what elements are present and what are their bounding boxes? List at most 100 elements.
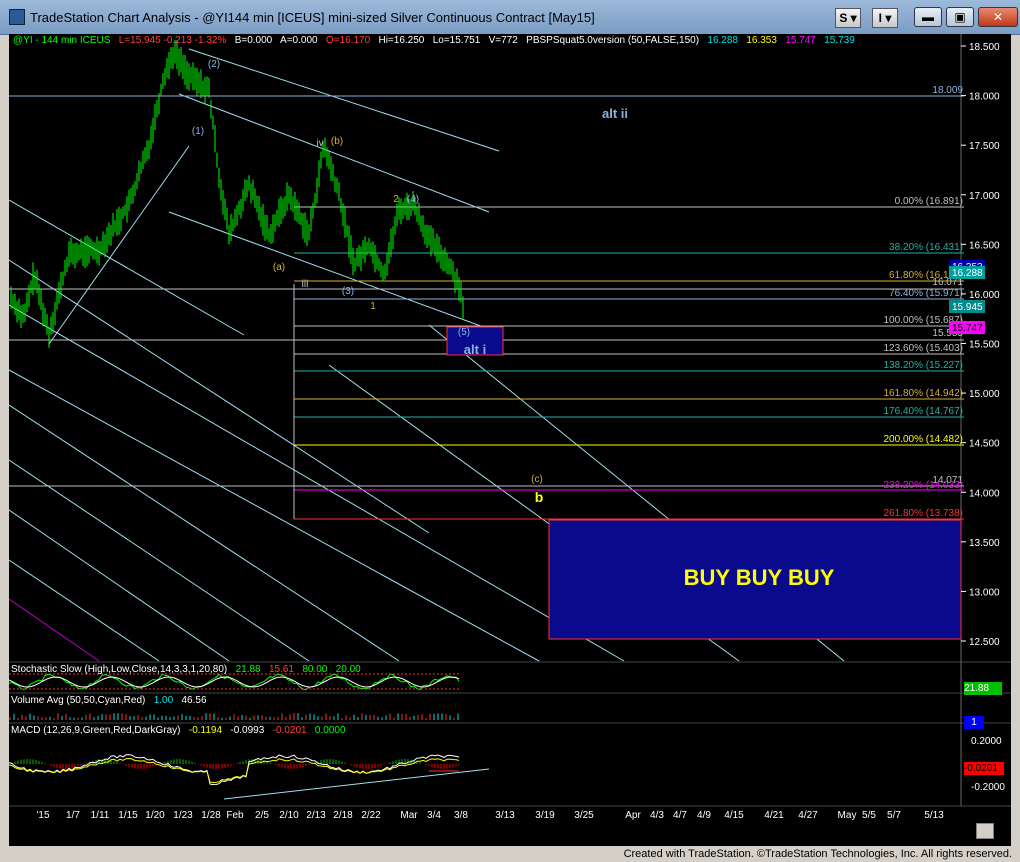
time-tick-label: 1/20	[145, 810, 165, 821]
price-tick-label: 16.500	[969, 240, 1000, 251]
wave-labels: (2) (1) iv (b) 2 (4) (a) iii (3) 1 (5) (c) b	[192, 59, 543, 505]
study-value-3: 15.747	[785, 35, 816, 46]
price-tick-label: 17.500	[969, 141, 1000, 152]
ask: A=0.000	[280, 35, 318, 46]
study-value-4: 15.739	[824, 35, 855, 46]
time-tick-label: 2/13	[306, 810, 326, 821]
price-tick-label: 14.500	[969, 439, 1000, 450]
s-button[interactable]: S ▾	[835, 8, 861, 28]
macd-tick-high: 0.2000	[971, 736, 1002, 747]
macd-tick-low: -0.2000	[971, 782, 1005, 793]
time-tick-label: 3/25	[574, 810, 594, 821]
macd-flag: -0.0201	[964, 762, 1004, 775]
price-tick-label: 13.500	[969, 538, 1000, 549]
stochastic-value-1: 21.88	[235, 664, 261, 675]
stochastic-label: Stochastic Slow (High,Low,Close,14,3,3,1…	[11, 664, 228, 675]
wave-label: (5)	[458, 327, 470, 338]
time-tick-label: Apr	[625, 810, 641, 821]
macd-header: MACD (12,26,9,Green,Red,DarkGray) -0.119…	[11, 725, 346, 739]
s-button-label: S	[839, 11, 848, 25]
fib-level-label: 238.20% (14.033)	[883, 480, 963, 491]
time-tick-label: 1/15	[118, 810, 138, 821]
time-axis: '15 1/7 1/11 1/15 1/20 1/23 1/28 Feb 2/5 2/10 2/13…	[36, 810, 944, 821]
volume: V=772	[488, 35, 518, 46]
price-tick-label: 15.500	[969, 340, 1000, 351]
price-flag-label: 15.945	[952, 302, 983, 313]
wave-label: (3)	[342, 286, 354, 297]
bid: B=0.000	[234, 35, 273, 46]
fib-level-label: 261.80% (13.738)	[883, 508, 963, 519]
fib-levels	[9, 95, 964, 520]
study-value-2: 16.353	[746, 35, 777, 46]
wave-label: (b)	[331, 136, 343, 147]
high-price: Hi=16.250	[378, 35, 425, 46]
volume-flag: 1	[964, 716, 984, 729]
time-tick-label: 4/7	[673, 810, 687, 821]
wave-label: (a)	[273, 262, 285, 273]
wave-label: 2	[393, 194, 399, 205]
magenta-channel-line	[9, 598, 100, 662]
wave-label: (2)	[208, 59, 220, 70]
wave-label: (1)	[192, 126, 204, 137]
maximize-button[interactable]: ▣	[946, 7, 974, 27]
i-button-label: I	[878, 11, 882, 25]
time-tick-label: Feb	[226, 810, 244, 821]
wave-label: (4)	[407, 194, 419, 205]
macd-value-1: -0.1194	[188, 725, 223, 736]
time-tick-label: '15	[36, 810, 49, 821]
time-tick-label: 4/15	[724, 810, 744, 821]
time-tick-label: 2/22	[361, 810, 381, 821]
fib-level-label: 18.009	[932, 85, 963, 96]
price-tick-label: 16.000	[969, 290, 1000, 301]
time-tick-label: 3/8	[454, 810, 468, 821]
credit-text: Created with TradeStation. ©TradeStation…	[623, 848, 1012, 860]
chart-area[interactable]: BUY BUY BUY alt i alt ii 18.009 0.00% (16…	[9, 34, 1011, 846]
study-name: PBSPSquat5.0version (50,FALSE,150)	[526, 35, 700, 46]
time-tick-label: 4/27	[798, 810, 818, 821]
status-bar: Created with TradeStation. ©TradeStation…	[0, 847, 1020, 862]
volume-value-1: 1.00	[153, 695, 174, 706]
time-tick-label: Mar	[400, 810, 418, 821]
time-tick-label: 1/11	[91, 810, 110, 821]
macd-value-3: -0.0201	[272, 725, 307, 736]
volume-value-2: 46.56	[181, 695, 207, 706]
fib-level-label: 176.40% (14.767)	[883, 406, 963, 417]
wave-label: (c)	[531, 474, 543, 485]
time-tick-label: 4/3	[650, 810, 664, 821]
alt-i-label: alt i	[464, 342, 486, 357]
scroll-handle[interactable]	[976, 823, 994, 839]
macd-label: MACD (12,26,9,Green,Red,DarkGray)	[11, 725, 181, 736]
last-price: L=15.945 -0.213 -1.32%	[118, 35, 227, 46]
price-tick-label: 18.000	[969, 92, 1000, 103]
time-tick-label: 2/5	[255, 810, 269, 821]
price-tick-label: 13.000	[969, 587, 1000, 598]
chart-header: @YI - 144 min ICEUS L=15.945 -0.213 -1.3…	[13, 35, 855, 49]
title-bar: TradeStation Chart Analysis - @YI144 min…	[0, 0, 1020, 35]
time-tick-label: 5/5	[862, 810, 876, 821]
window-title: TradeStation Chart Analysis - @YI144 min…	[30, 10, 595, 25]
fib-level-label: 0.00% (16.891)	[895, 196, 963, 207]
low-price: Lo=15.751	[432, 35, 481, 46]
minimize-button[interactable]: ▬	[914, 7, 942, 27]
wave-label: iii	[302, 279, 309, 290]
symbol-label: @YI - 144 min ICEUS	[13, 35, 111, 46]
time-tick-label: 1/23	[173, 810, 193, 821]
open-price: O=16.170	[325, 35, 371, 46]
time-tick-label: 2/18	[333, 810, 353, 821]
time-tick-label: 3/19	[535, 810, 555, 821]
volume-pane	[9, 713, 459, 720]
fib-level-label: 161.80% (14.942)	[883, 388, 963, 399]
price-tick-label: 15.000	[969, 389, 1000, 400]
stochastic-value-2: 15.61	[268, 664, 294, 675]
fib-level-label: 76.40% (15.971)	[889, 288, 963, 299]
price-axis: 18.500 18.000 17.500 17.000 16.500 16.000 15.5…	[961, 42, 1000, 648]
time-tick-label: 5/7	[887, 810, 901, 821]
close-button[interactable]: ✕	[978, 7, 1018, 27]
stochastic-flag: 21.88	[964, 682, 1002, 695]
time-tick-label: May	[838, 810, 857, 821]
time-tick-label: 4/9	[697, 810, 711, 821]
stochastic-value-3: 80.00	[302, 664, 328, 675]
i-button[interactable]: I ▾	[872, 8, 898, 28]
study-value-1: 16.288	[707, 35, 738, 46]
fib-level-label: 200.00% (14.482)	[883, 434, 963, 445]
